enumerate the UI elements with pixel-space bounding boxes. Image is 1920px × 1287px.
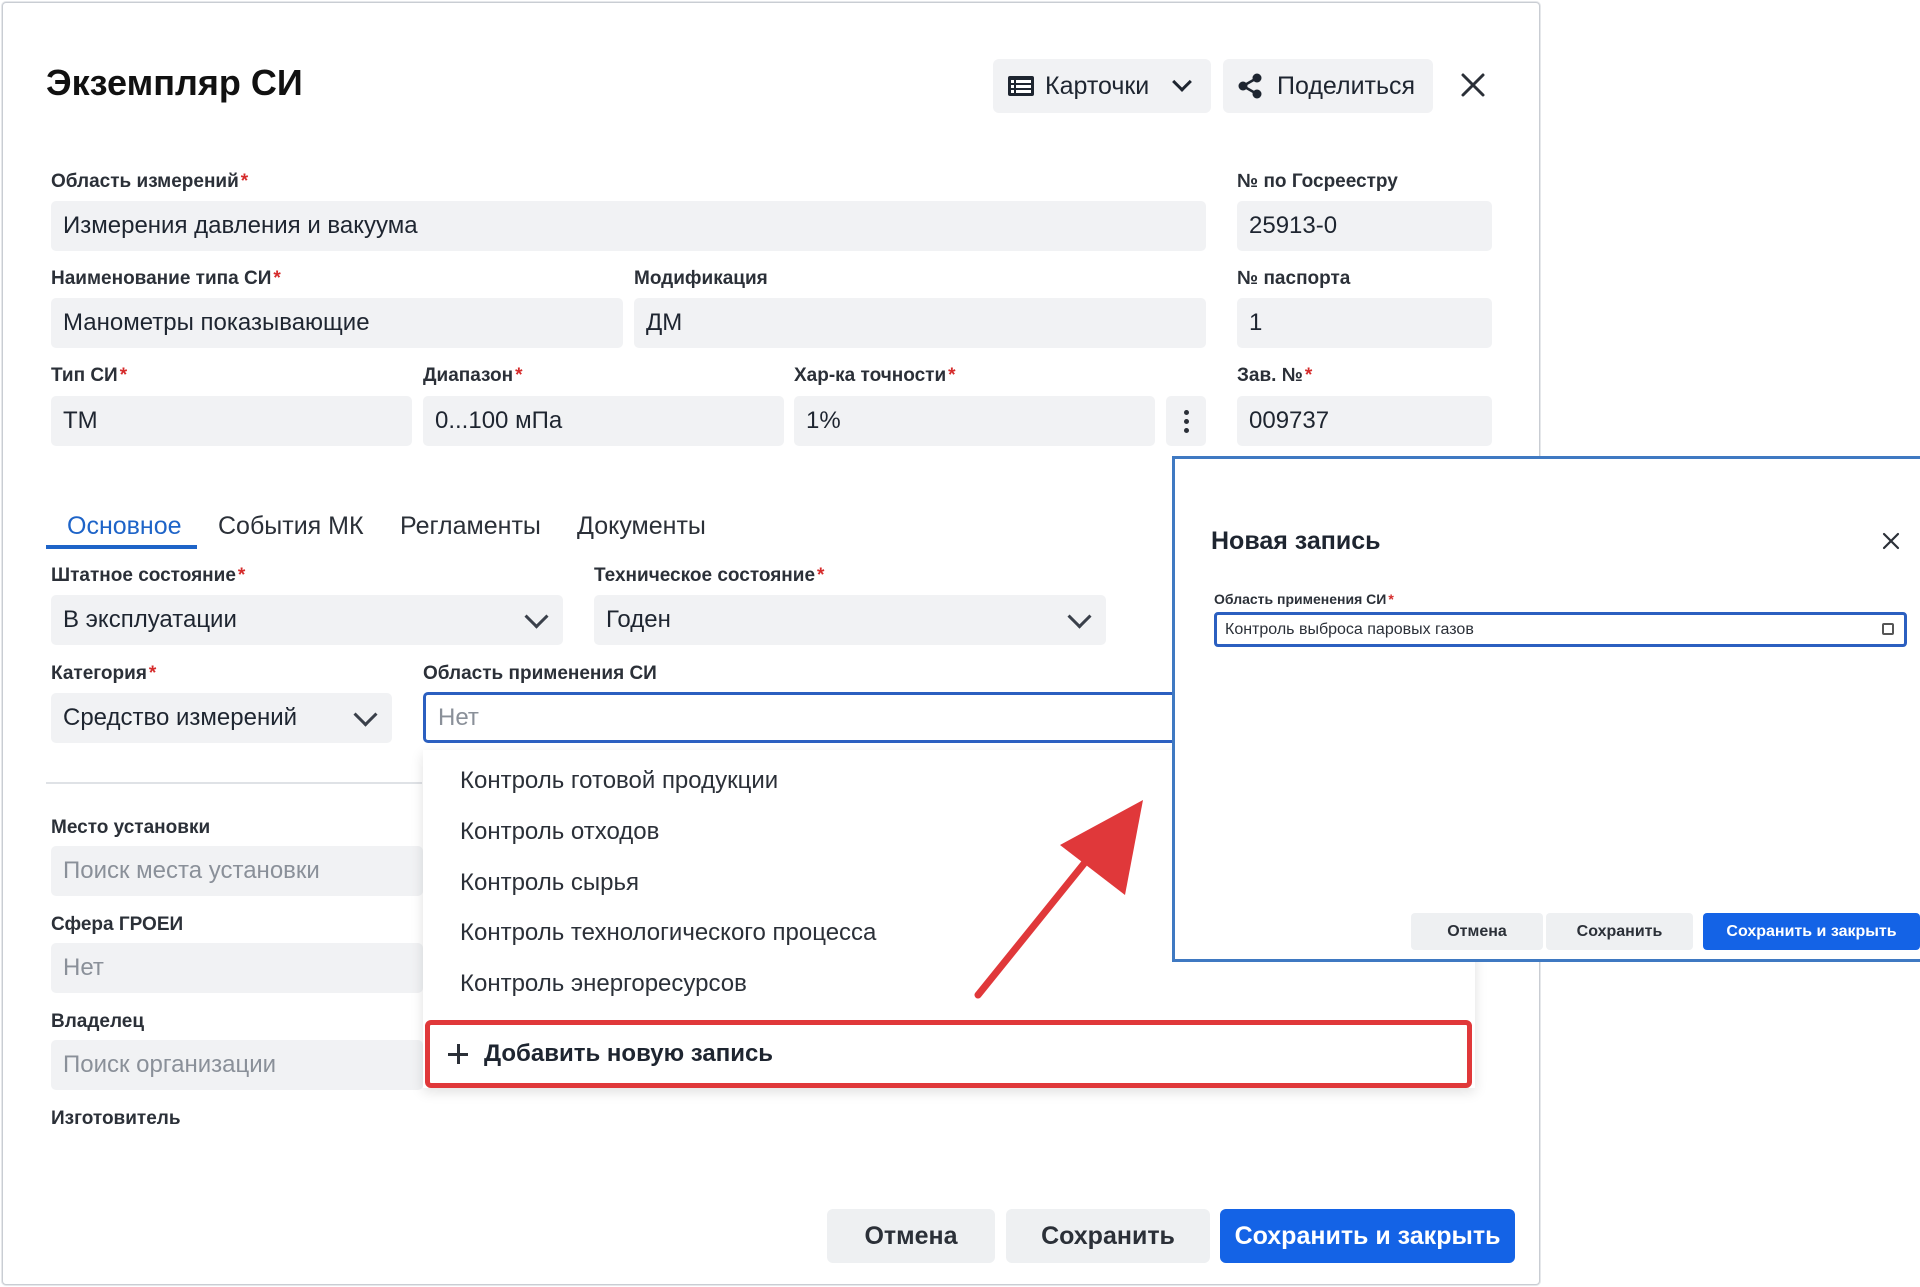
- dropdown-item[interactable]: Контроль отходов: [460, 818, 659, 846]
- application-area-label: Область применения СИ: [423, 663, 657, 684]
- type-name-label: Наименование типа СИ *: [51, 268, 281, 289]
- si-type-field[interactable]: ТМ: [51, 396, 412, 446]
- serial-no-label: Зав. № *: [1237, 365, 1313, 386]
- accuracy-label: Хар-ка точности *: [794, 365, 956, 386]
- owner-search[interactable]: Поиск организации: [51, 1040, 423, 1090]
- groei-select[interactable]: Нет: [51, 943, 423, 993]
- tech-state-select[interactable]: Годен: [594, 595, 1106, 645]
- application-area-input[interactable]: Нет: [423, 692, 1183, 743]
- close-icon[interactable]: [1460, 72, 1486, 98]
- tech-state-value: Годен: [606, 606, 671, 633]
- chevron-down-icon: [1172, 72, 1193, 92]
- dropdown-item[interactable]: Контроль технологического процесса: [460, 919, 876, 947]
- install-place-label: Место установки: [51, 817, 211, 838]
- measurement-area-field[interactable]: Измерения давления и вакуума: [51, 201, 1206, 251]
- cancel-button[interactable]: Отмена: [827, 1209, 995, 1263]
- type-name-field[interactable]: Манометры показывающие: [51, 298, 623, 348]
- staff-state-label: Штатное состояние *: [51, 565, 246, 586]
- save-and-close-button[interactable]: Сохранить и закрыть: [1220, 1209, 1515, 1263]
- chevron-down-icon: [524, 604, 549, 629]
- cards-button-label: Карточки: [1045, 71, 1150, 100]
- more-options-button[interactable]: [1166, 396, 1206, 446]
- list-icon: [1008, 76, 1034, 96]
- new-record-field-label: Область применения СИ *: [1214, 591, 1394, 607]
- category-value: Средство измерений: [63, 704, 298, 731]
- close-icon[interactable]: [1882, 532, 1900, 550]
- install-place-search[interactable]: Поиск места установки: [51, 846, 423, 896]
- modification-label: Модификация: [634, 268, 768, 289]
- share-icon: [1238, 73, 1262, 99]
- tech-state-label: Техническое состояние *: [594, 565, 825, 586]
- chevron-down-icon: [353, 702, 378, 727]
- new-record-cancel-button[interactable]: Отмена: [1411, 913, 1543, 950]
- accuracy-field[interactable]: 1%: [794, 396, 1155, 446]
- plus-icon: [448, 1044, 468, 1064]
- new-record-field-input[interactable]: Контроль выброса паровых газов: [1214, 612, 1907, 647]
- measurement-area-label: Область измерений *: [51, 171, 249, 192]
- divider: [46, 782, 422, 784]
- tab-mk-events[interactable]: События МК: [218, 512, 364, 541]
- registry-no-label: № по Госреестру: [1237, 171, 1398, 192]
- si-type-label: Тип СИ *: [51, 365, 128, 386]
- new-record-save-close-button[interactable]: Сохранить и закрыть: [1703, 913, 1920, 950]
- save-button[interactable]: Сохранить: [1006, 1209, 1210, 1263]
- add-new-record-label: Добавить новую запись: [484, 1040, 774, 1067]
- modification-field[interactable]: ДМ: [634, 298, 1206, 348]
- active-tab-indicator: [46, 545, 197, 549]
- owner-label: Владелец: [51, 1011, 145, 1032]
- staff-state-value: В эксплуатации: [63, 606, 237, 633]
- groei-label: Сфера ГРОЕИ: [51, 914, 184, 935]
- passport-no-label: № паспорта: [1237, 268, 1351, 289]
- new-record-title: Новая запись: [1211, 527, 1381, 555]
- dropdown-item[interactable]: Контроль сырья: [460, 869, 639, 897]
- range-label: Диапазон *: [423, 365, 523, 386]
- tab-main[interactable]: Основное: [67, 512, 182, 541]
- tab-regulations[interactable]: Регламенты: [400, 512, 541, 541]
- dialog-title: Экземпляр СИ: [46, 62, 303, 103]
- category-select[interactable]: Средство измерений: [51, 693, 392, 743]
- new-record-field-value: Контроль выброса паровых газов: [1225, 620, 1474, 638]
- serial-no-field[interactable]: 009737: [1237, 396, 1492, 446]
- staff-state-select[interactable]: В эксплуатации: [51, 595, 563, 645]
- manufacturer-label: Изготовитель: [51, 1108, 181, 1129]
- copy-icon[interactable]: [1882, 623, 1894, 635]
- cards-button[interactable]: Карточки: [993, 59, 1211, 113]
- share-button[interactable]: Поделиться: [1223, 59, 1433, 113]
- kebab-icon: [1183, 409, 1189, 433]
- chevron-down-icon: [1067, 604, 1092, 629]
- add-new-record-option[interactable]: Добавить новую запись: [425, 1020, 1472, 1088]
- category-label: Категория *: [51, 663, 157, 684]
- share-button-label: Поделиться: [1277, 71, 1416, 100]
- dropdown-item[interactable]: Контроль готовой продукции: [460, 767, 778, 795]
- range-field[interactable]: 0...100 мПа: [423, 396, 784, 446]
- tab-documents[interactable]: Документы: [577, 512, 706, 541]
- registry-no-field[interactable]: 25913-0: [1237, 201, 1492, 251]
- annotation-arrow-icon: [974, 800, 1143, 999]
- new-record-save-button[interactable]: Сохранить: [1546, 913, 1693, 950]
- passport-no-field[interactable]: 1: [1237, 298, 1492, 348]
- dropdown-item[interactable]: Контроль энергоресурсов: [460, 970, 747, 998]
